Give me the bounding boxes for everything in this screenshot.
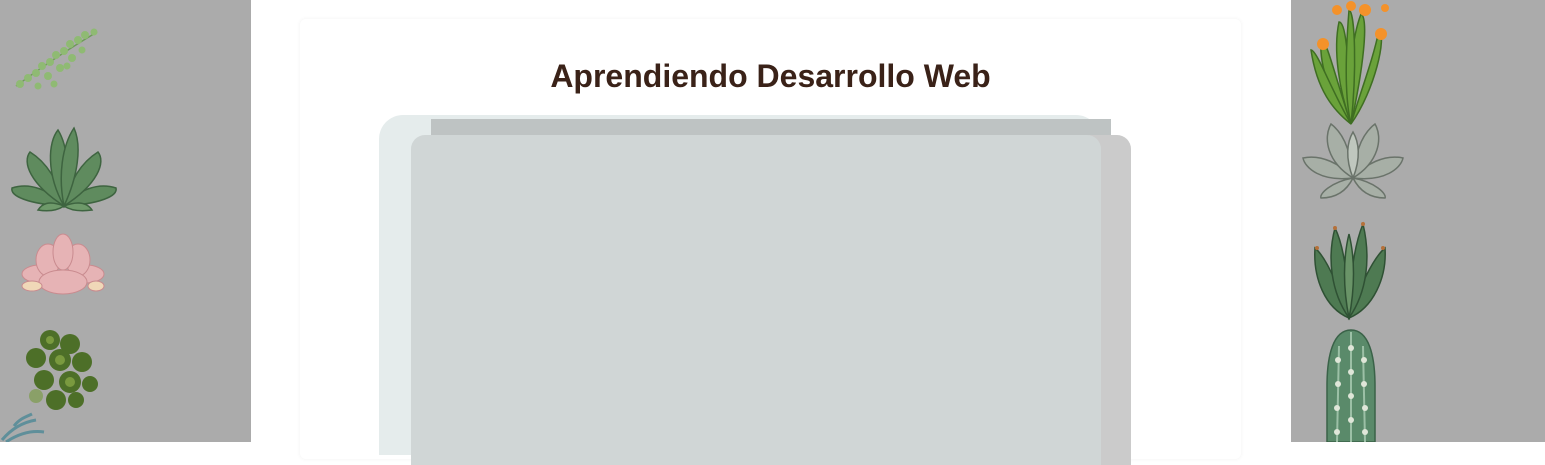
leafy-sedum-icon	[26, 330, 98, 410]
columnar-cactus-icon	[1326, 329, 1376, 442]
pink-succulent-icon	[21, 233, 105, 295]
blue-leaf-icon	[0, 412, 45, 442]
right-decor-panel	[1291, 0, 1545, 442]
image-placeholder-front	[411, 135, 1101, 465]
string-of-pearls-icon	[15, 28, 98, 90]
aloe-icon	[1314, 221, 1386, 321]
page-title: Aprendiendo Desarrollo Web	[550, 58, 991, 94]
grey-rosette-icon	[1302, 122, 1404, 199]
left-decor-panel	[0, 0, 251, 442]
flowering-cactus-icon	[1310, 1, 1389, 125]
main-card: Aprendiendo Desarrollo Web	[300, 19, 1241, 465]
green-echeveria-icon	[11, 126, 117, 212]
